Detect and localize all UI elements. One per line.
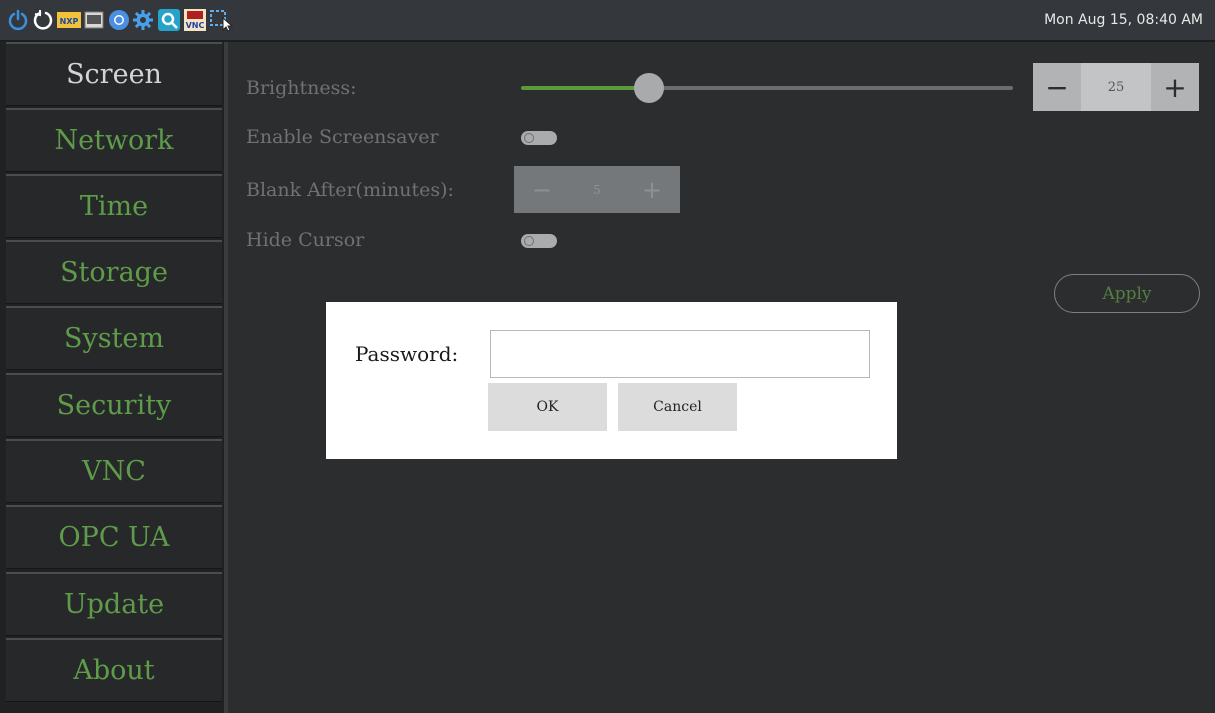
sidebar-item-vnc[interactable]: VNC — [6, 439, 222, 503]
sidebar-item-label: Storage — [60, 257, 168, 288]
blank-after-stepper: − 5 + — [514, 166, 680, 213]
screensaver-label: Enable Screensaver — [246, 126, 439, 148]
brightness-value: 25 — [1081, 63, 1151, 111]
password-input[interactable] — [490, 330, 870, 378]
screensaver-toggle[interactable] — [521, 131, 557, 145]
apply-button[interactable]: Apply — [1054, 274, 1200, 313]
sidebar-item-label: Time — [79, 191, 149, 222]
svg-text:NXP: NXP — [60, 17, 79, 26]
taskbar: NXP VNC Mon Aug 15, 08:40 AM — [0, 0, 1215, 42]
brightness-slider-handle[interactable] — [634, 73, 664, 103]
brightness-slider-fill[interactable] — [521, 86, 649, 90]
password-label: Password: — [355, 342, 459, 366]
clock: Mon Aug 15, 08:40 AM — [1044, 12, 1203, 28]
sidebar-item-storage[interactable]: Storage — [6, 240, 222, 304]
password-dialog: Password: OK Cancel — [326, 302, 897, 459]
nxp-app-icon[interactable]: NXP — [57, 8, 81, 32]
search-app-icon[interactable] — [157, 8, 181, 32]
chromium-icon[interactable] — [107, 8, 131, 32]
cancel-button[interactable]: Cancel — [618, 383, 737, 431]
blank-after-value: 5 — [570, 166, 624, 213]
sidebar-item-label: Update — [63, 589, 165, 620]
tightvnc-icon[interactable]: VNC — [183, 8, 207, 32]
screenshot-icon[interactable] — [208, 8, 234, 32]
brightness-slider-track[interactable] — [649, 86, 1013, 90]
brightness-decrement-button[interactable]: − — [1033, 63, 1081, 111]
sidebar-item-label: Security — [56, 390, 172, 421]
sidebar-item-label: System — [63, 323, 165, 354]
sidebar-item-system[interactable]: System — [6, 306, 222, 370]
hide-cursor-toggle[interactable] — [521, 234, 557, 248]
sidebar: Screen Network Time Storage System Secur… — [0, 42, 228, 713]
toggle-knob — [524, 133, 534, 143]
sidebar-item-update[interactable]: Update — [6, 572, 222, 636]
settings-gear-icon[interactable] — [131, 8, 155, 32]
terminal-icon[interactable] — [82, 8, 106, 32]
svg-text:VNC: VNC — [186, 21, 205, 30]
sidebar-item-label: OPC UA — [58, 522, 170, 553]
sidebar-item-time[interactable]: Time — [6, 174, 222, 238]
ok-button[interactable]: OK — [488, 383, 607, 431]
brightness-increment-button[interactable]: + — [1151, 63, 1199, 111]
brightness-label: Brightness: — [246, 77, 357, 99]
sidebar-item-label: Screen — [66, 59, 162, 90]
sidebar-item-screen[interactable]: Screen — [6, 42, 222, 106]
sidebar-item-label: VNC — [82, 456, 146, 487]
brightness-stepper: − 25 + — [1033, 63, 1199, 111]
blank-after-increment-button[interactable]: + — [624, 166, 680, 213]
sidebar-item-security[interactable]: Security — [6, 373, 222, 437]
sidebar-item-label: About — [73, 655, 155, 686]
restart-icon[interactable] — [31, 8, 55, 32]
hide-cursor-label: Hide Cursor — [246, 229, 365, 251]
sidebar-item-opc-ua[interactable]: OPC UA — [6, 505, 222, 569]
blank-after-decrement-button[interactable]: − — [514, 166, 570, 213]
sidebar-item-about[interactable]: About — [6, 638, 222, 702]
power-icon[interactable] — [6, 8, 30, 32]
sidebar-item-network[interactable]: Network — [6, 108, 222, 172]
sidebar-item-label: Network — [54, 125, 174, 156]
blank-after-label: Blank After(minutes): — [246, 179, 454, 201]
toggle-knob — [524, 236, 534, 246]
